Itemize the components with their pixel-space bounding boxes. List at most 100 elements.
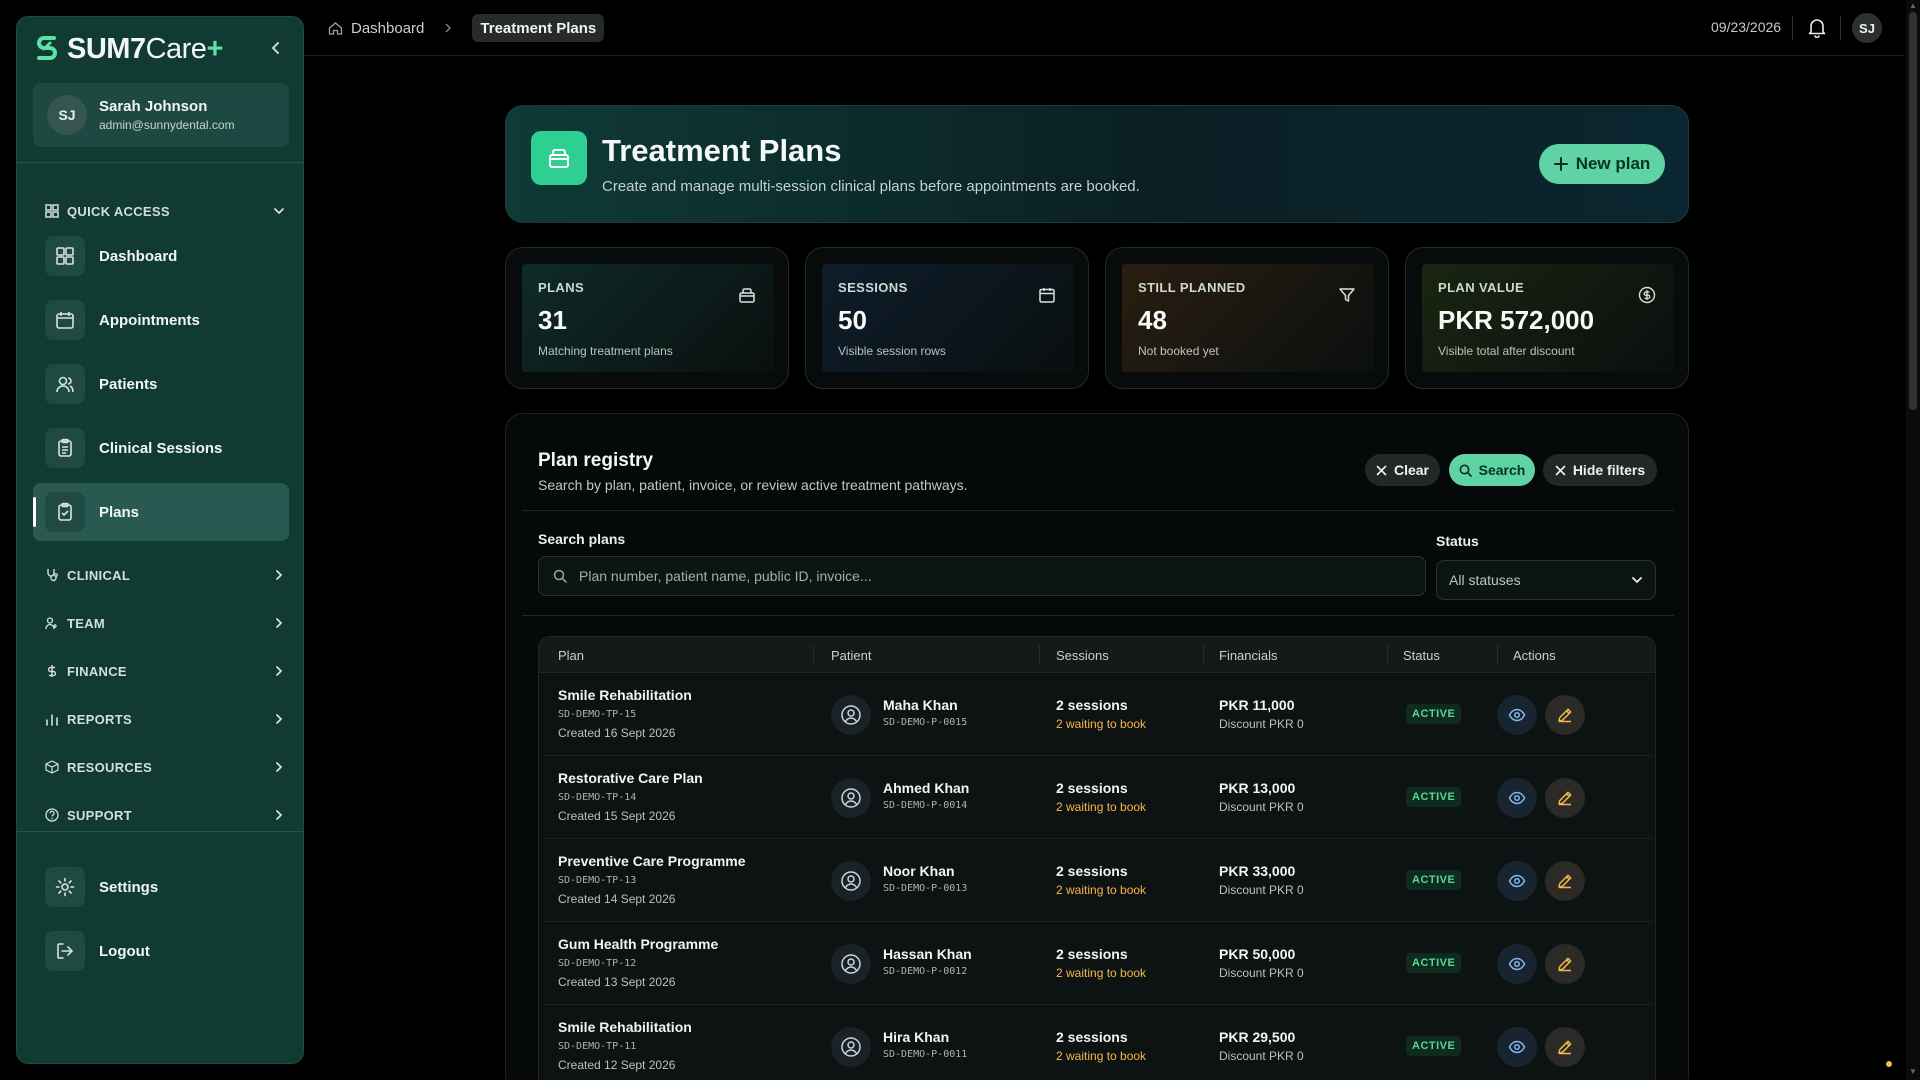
table-row[interactable]: Preventive Care Programme SD-DEMO-TP-13 …: [543, 840, 1653, 922]
patient-name[interactable]: Hira Khan: [883, 1029, 967, 1045]
page-scrollbar[interactable]: ▲ ▼: [1906, 0, 1920, 1080]
plan-discount: Discount PKR 0: [1219, 883, 1304, 897]
chevron-right-icon: [276, 810, 283, 820]
column-header-sessions[interactable]: Sessions: [1056, 648, 1109, 663]
view-plan-button[interactable]: [1497, 1027, 1537, 1067]
plan-discount: Discount PKR 0: [1219, 717, 1304, 731]
scroll-up-arrow[interactable]: ▲: [1909, 2, 1917, 10]
view-plan-button[interactable]: [1497, 695, 1537, 735]
breadcrumb-home[interactable]: Dashboard: [351, 20, 424, 37]
sidebar-section-support[interactable]: SUPPORT: [45, 804, 285, 826]
column-header-plan[interactable]: Plan: [558, 648, 584, 663]
edit-plan-button[interactable]: [1545, 944, 1585, 984]
plan-amount: PKR 29,500: [1219, 1029, 1296, 1045]
user-menu-avatar[interactable]: SJ: [1852, 13, 1882, 43]
table-row[interactable]: Gum Health Programme SD-DEMO-TP-12 Creat…: [543, 923, 1653, 1005]
column-header-patient[interactable]: Patient: [831, 648, 871, 663]
gear-icon: [45, 867, 85, 907]
notifications-button[interactable]: [1806, 16, 1828, 38]
scroll-down-arrow[interactable]: ▼: [1909, 1068, 1917, 1076]
plan-name[interactable]: Gum Health Programme: [558, 936, 718, 952]
sidebar-item-patients[interactable]: Patients: [33, 355, 289, 413]
pencil-icon: [1558, 874, 1572, 889]
search-field[interactable]: [538, 556, 1426, 596]
breadcrumb: Dashboard Treatment Plans: [328, 14, 605, 42]
grid-small-icon: [45, 204, 59, 218]
user-email: admin@sunnydental.com: [99, 118, 235, 132]
view-plan-button[interactable]: [1497, 778, 1537, 818]
sidebar-section-team[interactable]: TEAM: [45, 612, 285, 634]
session-count: 2 sessions: [1056, 863, 1128, 879]
sidebar-section-reports[interactable]: REPORTS: [45, 708, 285, 730]
user-card[interactable]: SJ Sarah Johnson admin@sunnydental.com: [33, 83, 289, 147]
plan-name[interactable]: Smile Rehabilitation: [558, 687, 692, 703]
calendar-icon: [1038, 286, 1056, 304]
clear-button[interactable]: Clear: [1365, 454, 1440, 486]
patient-name[interactable]: Hassan Khan: [883, 946, 972, 962]
plan-created: Created 15 Sept 2026: [558, 809, 676, 823]
plan-code: SD-DEMO-TP-15: [558, 709, 637, 720]
patient-avatar-icon: [831, 778, 871, 818]
plans-table: Plan Patient Sessions Financials Status …: [538, 636, 1656, 1080]
view-plan-button[interactable]: [1497, 861, 1537, 901]
plan-created: Created 12 Sept 2026: [558, 1058, 676, 1072]
hide-filters-button[interactable]: Hide filters: [1543, 454, 1657, 486]
table-row[interactable]: Smile Rehabilitation SD-DEMO-TP-15 Creat…: [543, 674, 1653, 756]
new-plan-button[interactable]: New plan: [1539, 144, 1665, 184]
sidebar-item-plans[interactable]: Plans: [33, 483, 289, 541]
pencil-icon: [1558, 957, 1572, 972]
section-label: RESOURCES: [67, 759, 153, 775]
patient-name[interactable]: Ahmed Khan: [883, 780, 969, 796]
close-icon: [1555, 465, 1566, 475]
sidebar-section-clinical[interactable]: CLINICAL: [45, 564, 285, 586]
column-separator: [1039, 645, 1040, 665]
patient-name[interactable]: Noor Khan: [883, 863, 967, 879]
sidebar-item-label: Plans: [99, 503, 140, 521]
plan-name[interactable]: Smile Rehabilitation: [558, 1019, 692, 1035]
search-button[interactable]: Search: [1449, 454, 1535, 486]
close-icon: [1376, 465, 1387, 475]
sidebar-item-appointments[interactable]: Appointments: [33, 291, 289, 349]
plan-code: SD-DEMO-TP-14: [558, 792, 637, 803]
search-input[interactable]: [579, 568, 1399, 584]
stat-card-inner: STILL PLANNED 48 Not booked yet: [1122, 264, 1374, 372]
page-header-card: Treatment Plans Create and manage multi-…: [505, 105, 1689, 223]
eye-icon: [1508, 874, 1526, 888]
edit-plan-button[interactable]: [1545, 695, 1585, 735]
stat-card-plans: PLANS 31 Matching treatment plans: [505, 247, 789, 389]
status-select[interactable]: All statuses: [1436, 560, 1656, 600]
scroll-thumb[interactable]: [1909, 12, 1917, 410]
status-indicator-dot: [1886, 1061, 1892, 1067]
table-row[interactable]: Smile Rehabilitation SD-DEMO-TP-11 Creat…: [543, 1006, 1653, 1080]
table-row[interactable]: Restorative Care Plan SD-DEMO-TP-14 Crea…: [543, 757, 1653, 839]
sidebar-section-finance[interactable]: FINANCE: [45, 660, 285, 682]
sidebar-item-logout[interactable]: Logout: [33, 922, 289, 980]
plan-name[interactable]: Restorative Care Plan: [558, 770, 703, 786]
waiting-to-book: 2 waiting to book: [1056, 966, 1147, 980]
quick-access-toggle[interactable]: QUICK ACCESS: [45, 200, 285, 222]
dollar-circle-icon: [1638, 286, 1656, 304]
edit-plan-button[interactable]: [1545, 861, 1585, 901]
column-header-financials[interactable]: Financials: [1219, 648, 1278, 663]
sidebar-item-label: Logout: [99, 942, 150, 960]
stat-note: Not booked yet: [1138, 344, 1219, 358]
column-header-status[interactable]: Status: [1403, 648, 1440, 663]
patient-name[interactable]: Maha Khan: [883, 697, 967, 713]
stat-note: Visible session rows: [838, 344, 946, 358]
stat-card-inner: SESSIONS 50 Visible session rows: [822, 264, 1074, 372]
collapse-sidebar-button[interactable]: [263, 35, 289, 61]
edit-plan-button[interactable]: [1545, 778, 1585, 818]
chevron-right-icon: [276, 762, 283, 772]
sidebar-item-clinical-sessions[interactable]: Clinical Sessions: [33, 419, 289, 477]
view-plan-button[interactable]: [1497, 944, 1537, 984]
stethoscope-icon: [47, 569, 58, 582]
sidebar-item-settings[interactable]: Settings: [33, 858, 289, 916]
brand-name: SUM7Care+: [67, 33, 223, 66]
chevron-right-icon: [276, 618, 283, 628]
stat-note: Matching treatment plans: [538, 344, 673, 358]
plan-name[interactable]: Preventive Care Programme: [558, 853, 746, 869]
sidebar-item-dashboard[interactable]: Dashboard: [33, 227, 289, 285]
registry-title: Plan registry: [538, 450, 654, 471]
sidebar-section-resources[interactable]: RESOURCES: [45, 756, 285, 778]
edit-plan-button[interactable]: [1545, 1027, 1585, 1067]
